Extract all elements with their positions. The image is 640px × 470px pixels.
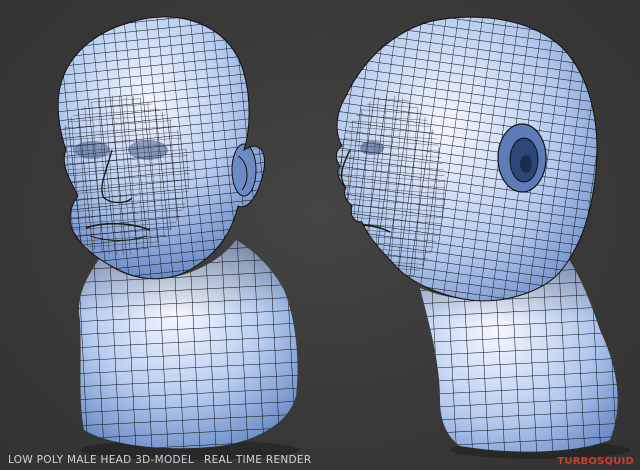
model-label: LOW POLY MALE HEAD 3D-MODEL xyxy=(8,454,195,466)
render-viewport: LOW POLY MALE HEAD 3D-MODEL REAL TIME REN… xyxy=(0,0,640,470)
head-three-quarter-view xyxy=(57,16,298,449)
head-render-canvas xyxy=(57,16,630,460)
watermark-logo: TURBOSQUID xyxy=(557,456,634,467)
render-caption: LOW POLY MALE HEAD 3D-MODEL REAL TIME REN… xyxy=(8,454,311,466)
head-side-profile-view xyxy=(335,16,618,452)
render-label: REAL TIME RENDER xyxy=(204,454,312,466)
